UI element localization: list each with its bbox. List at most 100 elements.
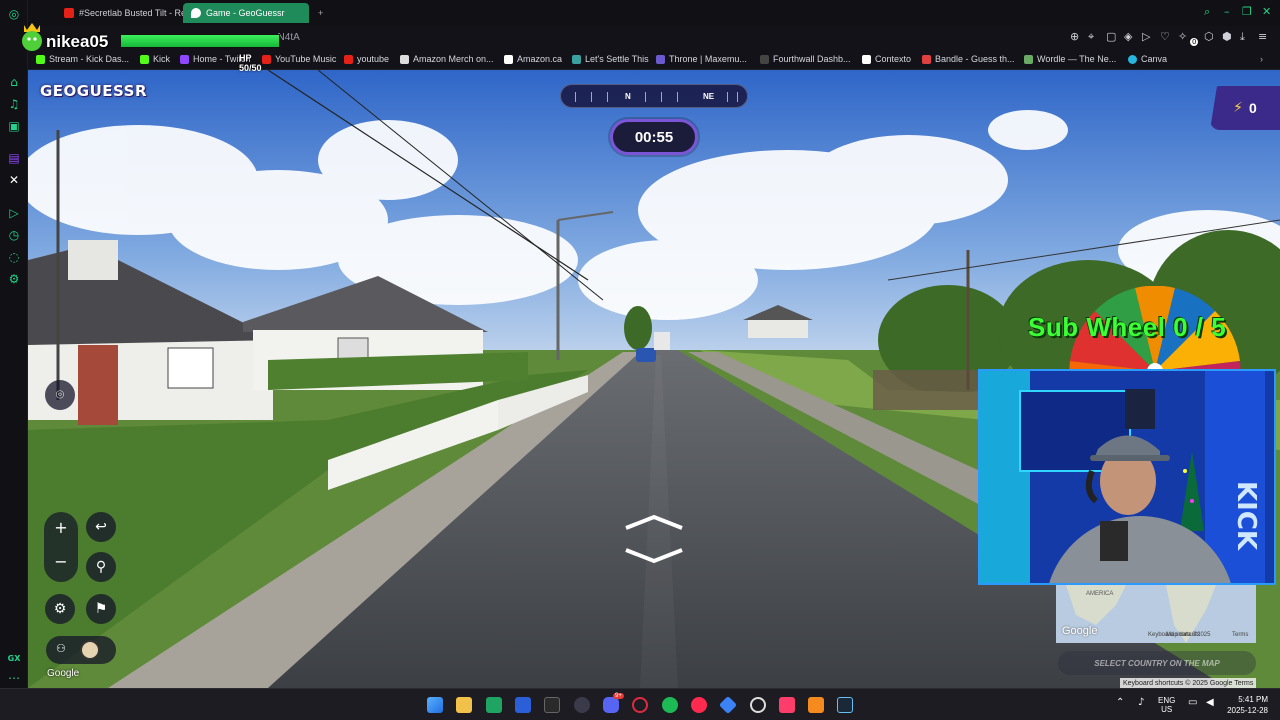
gear-icon: ⚙ bbox=[53, 601, 67, 617]
x-icon[interactable]: ✕ bbox=[6, 172, 22, 188]
clock[interactable]: 5:41 PM 2025-12-28 bbox=[1227, 694, 1268, 716]
bookmarks-overflow-icon[interactable]: › bbox=[1260, 54, 1263, 64]
play-icon[interactable]: ▷ bbox=[1142, 30, 1150, 43]
more-icon[interactable]: ⋯ bbox=[6, 670, 22, 686]
obs-icon[interactable] bbox=[574, 697, 590, 713]
bookmark-item[interactable]: Bandle - Guess th... bbox=[922, 54, 1015, 64]
messenger-icon[interactable]: ▣ bbox=[6, 118, 22, 134]
round-timer: 00:55 bbox=[610, 119, 698, 155]
extensions-icon[interactable]: ✧ bbox=[1178, 30, 1187, 43]
clock-date: 2025-12-28 bbox=[1227, 706, 1268, 715]
chrome-icon[interactable] bbox=[750, 697, 766, 713]
players-pill[interactable]: ⚇ bbox=[46, 636, 116, 664]
zoom-out-button[interactable]: − bbox=[44, 552, 78, 571]
bookmark-label: Amazon.ca bbox=[517, 54, 563, 64]
app-icon[interactable] bbox=[808, 697, 824, 713]
microphone-icon[interactable]: ♪ bbox=[1138, 698, 1144, 708]
compass-tick bbox=[575, 92, 576, 102]
zoom-in-button[interactable]: + bbox=[44, 518, 78, 537]
location-pin-icon: ⚲ bbox=[95, 559, 107, 575]
settings-icon[interactable]: ⚙ bbox=[6, 271, 22, 287]
screenshot-icon[interactable]: ▢ bbox=[1106, 30, 1116, 43]
menu-icon[interactable]: ≡ bbox=[1258, 30, 1267, 43]
puzzle-icon[interactable]: ⬡ bbox=[1204, 30, 1214, 43]
select-country-button[interactable]: SELECT COUNTRY ON THE MAP bbox=[1058, 651, 1256, 675]
streak-value: 0 bbox=[1249, 100, 1257, 116]
bookmark-label: youtube bbox=[357, 54, 390, 64]
bandle-icon bbox=[922, 54, 931, 64]
heart-icon[interactable]: ♡ bbox=[1160, 30, 1170, 43]
file-explorer-icon[interactable] bbox=[456, 697, 472, 713]
player-icon[interactable]: ▷ bbox=[6, 205, 22, 221]
restore-icon[interactable]: ❐ bbox=[1242, 5, 1252, 18]
hp-bar bbox=[120, 34, 280, 48]
report-location-button[interactable]: ⌾ bbox=[45, 380, 75, 410]
compass-tick bbox=[677, 92, 678, 102]
zoom-control: + − bbox=[44, 512, 78, 582]
streak-counter: ⚡ 0 bbox=[1210, 86, 1280, 130]
checkpoint-button[interactable]: ⚑ bbox=[86, 594, 116, 624]
bookmark-label: Throne | Maxemu... bbox=[669, 54, 747, 64]
start-windows-icon[interactable] bbox=[427, 697, 443, 713]
streamlabs-icon[interactable] bbox=[718, 695, 738, 715]
geoguessr-logo: GEOGUESSR bbox=[40, 82, 148, 100]
bookmark-item[interactable]: Contexto bbox=[862, 54, 911, 64]
bookmark-item[interactable]: Canva bbox=[1128, 54, 1167, 64]
wallet-icon[interactable]: ⬢ bbox=[1222, 30, 1232, 43]
opera-gx-icon[interactable] bbox=[632, 697, 648, 713]
close-icon[interactable]: ✕ bbox=[1262, 5, 1271, 18]
amazon-merch-icon bbox=[400, 54, 409, 64]
zoom-icon[interactable]: ⊕ bbox=[1070, 30, 1079, 43]
region-code: US bbox=[1161, 705, 1173, 714]
xbox-icon[interactable] bbox=[486, 697, 502, 713]
tiktok-icon[interactable] bbox=[779, 697, 795, 713]
compass-tick bbox=[661, 92, 662, 102]
shield-icon[interactable]: ◈ bbox=[1124, 30, 1132, 43]
move-forward-arrow-icon[interactable] bbox=[624, 514, 684, 530]
mcafee-icon[interactable] bbox=[515, 697, 531, 713]
bookmark-item[interactable]: Amazon.ca bbox=[504, 54, 562, 64]
compass-tick bbox=[737, 92, 738, 102]
steam-icon[interactable] bbox=[837, 697, 853, 713]
twitch-icon[interactable]: ▤ bbox=[6, 150, 22, 166]
compass-label-n: N bbox=[625, 92, 631, 101]
bookmark-item[interactable]: Fourthwall Dashb... bbox=[760, 54, 851, 64]
map-attribution: Keyboard shortcuts © 2025 Google Terms bbox=[1120, 678, 1257, 688]
bookmark-item[interactable]: Let's Settle This bbox=[572, 54, 649, 64]
settings-button[interactable]: ⚙ bbox=[45, 594, 75, 624]
aria-icon[interactable]: ⌂ bbox=[6, 74, 22, 90]
bookmark-item[interactable]: youtube bbox=[344, 54, 389, 64]
guess-minimap[interactable]: AMERICA Google Keyboard shortcuts Map da… bbox=[1056, 585, 1256, 643]
return-to-start-button[interactable]: ⚲ bbox=[86, 552, 116, 582]
media-player-icon[interactable] bbox=[691, 697, 707, 713]
canva-icon bbox=[1128, 54, 1137, 64]
bookmark-item[interactable]: Amazon Merch on... bbox=[400, 54, 494, 64]
pin-icon[interactable]: ⌖ bbox=[1088, 30, 1094, 44]
move-backward-arrow-icon[interactable] bbox=[624, 548, 684, 564]
bookmark-label: Bandle - Guess th... bbox=[935, 54, 1015, 64]
spotify-icon[interactable] bbox=[662, 697, 678, 713]
svg-text:KICK: KICK bbox=[1231, 481, 1261, 551]
bookmark-item[interactable]: Wordle — The Ne... bbox=[1024, 54, 1116, 64]
history-icon[interactable]: ◷ bbox=[6, 227, 22, 243]
epic-games-icon[interactable] bbox=[544, 697, 560, 713]
music-icon[interactable]: ♫ bbox=[6, 96, 22, 112]
compass: N NE bbox=[560, 84, 748, 108]
volume-icon[interactable]: ◀ bbox=[1206, 698, 1214, 708]
tray-overflow-icon[interactable]: ⌃ bbox=[1116, 698, 1124, 708]
minimap-terms-link[interactable]: Terms bbox=[1232, 632, 1248, 638]
download-icon[interactable]: ⤓ bbox=[1240, 30, 1245, 44]
new-tab-button[interactable]: + bbox=[310, 3, 330, 23]
language-code: ENG bbox=[1158, 696, 1176, 705]
discord-icon[interactable] bbox=[603, 697, 619, 713]
minimize-icon[interactable]: – bbox=[1224, 5, 1230, 18]
bookmark-item[interactable]: Throne | Maxemu... bbox=[656, 54, 747, 64]
network-icon[interactable]: ▭ bbox=[1188, 698, 1197, 708]
language-indicator[interactable]: ENG US bbox=[1158, 696, 1175, 714]
hp-bar-fill bbox=[121, 35, 279, 47]
search-tabs-icon[interactable]: ⌕ bbox=[1204, 5, 1210, 19]
undo-move-button[interactable]: ↩ bbox=[86, 512, 116, 542]
discord-badge: 9+ bbox=[613, 693, 624, 699]
page-icon bbox=[504, 54, 513, 64]
downloads-icon[interactable]: ◌ bbox=[6, 249, 22, 265]
